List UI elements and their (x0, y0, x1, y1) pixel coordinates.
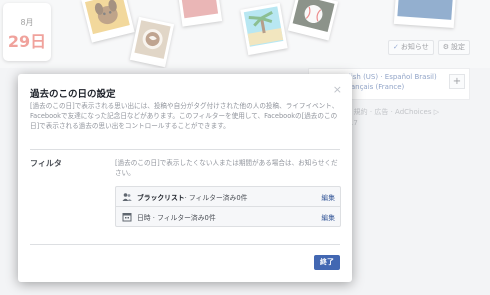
dialog-title: 過去のこの日の設定 (30, 89, 116, 100)
edit-dates-link[interactable]: 編集 (321, 212, 335, 222)
filter-status: · フィルター済み0件 (184, 193, 248, 202)
divider (30, 149, 340, 150)
dialog-description: [過去のこの日]で表示される思い出には、投稿や自分がタグ付けされた他の人の投稿、… (30, 102, 339, 130)
filter-name: 日時 (137, 214, 151, 222)
filter-label: フィルタ (30, 159, 62, 168)
memories-settings-dialog: 過去のこの日の設定 × [過去のこの日]で表示される思い出には、投稿や自分がタグ… (18, 74, 352, 282)
divider (30, 244, 340, 245)
done-button[interactable]: 終了 (314, 255, 340, 270)
filter-description: [過去のこの日]で表示したくない人または期間がある場合は、お知らせください。 (115, 159, 338, 177)
filter-row-label: ブラックリスト· フィルター済み0件 (137, 192, 247, 202)
filter-row-dates: 日時 · フィルター済み0件 編集 (116, 207, 340, 227)
filter-row-label: 日時 · フィルター済み0件 (137, 212, 216, 222)
filter-status: · フィルター済み0件 (152, 214, 216, 222)
people-icon (122, 192, 132, 201)
filter-row-blacklist: ブラックリスト· フィルター済み0件 編集 (116, 187, 340, 207)
filter-name: ブラックリスト (137, 193, 185, 202)
edit-blacklist-link[interactable]: 編集 (321, 192, 335, 202)
calendar-icon (122, 213, 132, 222)
filter-list: ブラックリスト· フィルター済み0件 編集 日時 · フィルター済み0件 編集 (115, 186, 341, 227)
close-icon[interactable]: × (333, 83, 342, 96)
